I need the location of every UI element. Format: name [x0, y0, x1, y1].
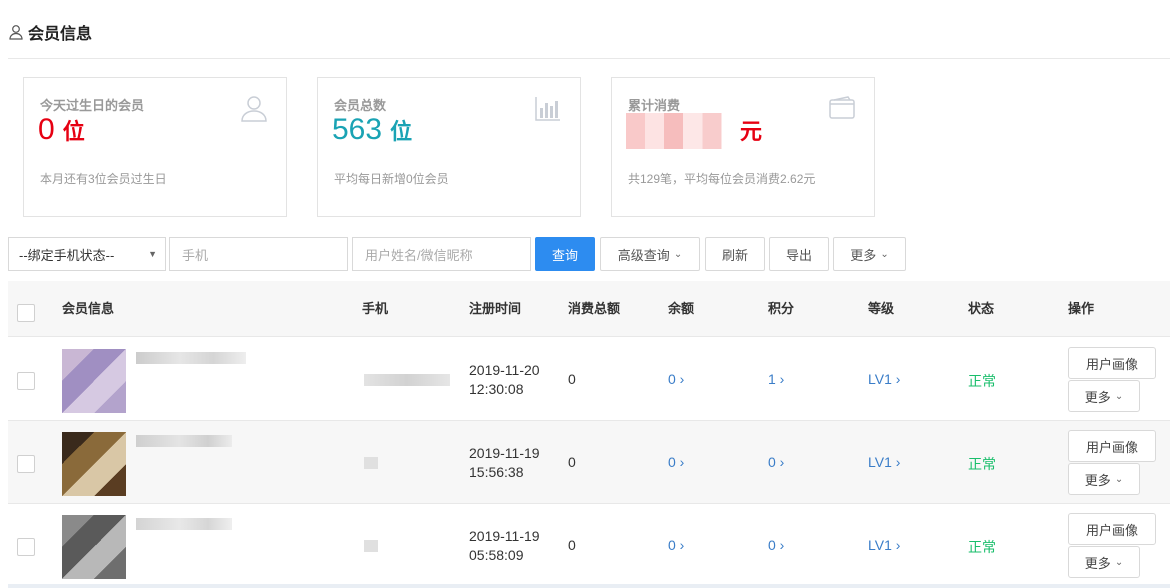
advanced-search-button[interactable]: 高级查询 ⌄: [600, 237, 700, 271]
table-row: 2019-11-19 15:56:38 0 0 › 0 › LV1 › 正常 用户…: [8, 421, 1170, 504]
total-spend-card: 累计消费 元 共129笔，平均每位会员消费2.62元: [611, 77, 875, 217]
caret-down-icon: ▼: [148, 249, 157, 259]
balance-link[interactable]: 0 ›: [668, 371, 684, 387]
row-checkbox[interactable]: [17, 455, 35, 473]
blurred-phone: [364, 540, 378, 552]
card-value: 0位: [38, 113, 85, 146]
table-row: 2019-11-19 05:58:09 0 0 › 0 › LV1 › 正常 用户…: [8, 504, 1170, 587]
balance-link[interactable]: 0 ›: [668, 454, 684, 470]
total-spend: 0: [568, 454, 576, 470]
chevron-down-icon: ⌄: [880, 248, 889, 260]
column-header: 余额: [668, 301, 695, 316]
column-header: 注册时间: [469, 301, 522, 316]
user-portrait-button[interactable]: 用户画像: [1068, 430, 1156, 462]
row-checkbox[interactable]: [17, 372, 35, 390]
total-spend: 0: [568, 371, 576, 387]
status-badge: 正常: [968, 456, 996, 472]
column-header: 积分: [768, 301, 795, 316]
blurred-nickname: [136, 435, 232, 447]
birthday-card: 今天过生日的会员 0位 本月还有3位会员过生日: [23, 77, 287, 217]
blurred-nickname: [136, 518, 232, 530]
blurred-phone: [364, 374, 450, 386]
card-value: 563 位: [332, 113, 413, 146]
blurred-phone: [364, 457, 378, 469]
phone-status-select[interactable]: --绑定手机状态-- ▼: [8, 237, 166, 271]
column-header: 会员信息: [62, 301, 115, 316]
status-badge: 正常: [968, 373, 996, 389]
bar-chart-icon: [535, 97, 560, 121]
card-note: 本月还有3位会员过生日: [40, 172, 167, 186]
register-time: 2019-11-20 12:30:08: [469, 362, 540, 397]
card-note: 平均每日新增0位会员: [334, 172, 449, 186]
select-all-checkbox[interactable]: [17, 304, 35, 322]
refresh-button[interactable]: 刷新: [705, 237, 765, 271]
user-portrait-button[interactable]: 用户画像: [1068, 513, 1156, 545]
row-more-button[interactable]: 更多 ⌄: [1068, 463, 1140, 495]
register-time: 2019-11-19 15:56:38: [469, 445, 540, 480]
column-header: 操作: [1068, 301, 1095, 316]
user-icon: [241, 96, 267, 122]
search-button[interactable]: 查询: [535, 237, 595, 271]
points-link[interactable]: 1 ›: [768, 371, 784, 387]
wallet-icon: [829, 96, 855, 119]
balance-link[interactable]: 0 ›: [668, 537, 684, 553]
card-value: 元: [626, 110, 762, 152]
more-button[interactable]: 更多 ⌄: [833, 237, 906, 271]
column-header: 手机: [362, 301, 389, 316]
total-members-card: 会员总数 563 位 平均每日新增0位会员: [317, 77, 581, 217]
name-input[interactable]: 用户姓名/微信昵称: [352, 237, 531, 271]
level-link[interactable]: LV1 ›: [868, 371, 900, 387]
blurred-amount: [626, 113, 732, 150]
level-link[interactable]: LV1 ›: [868, 537, 900, 553]
chevron-down-icon: ⌄: [1114, 473, 1124, 485]
row-checkbox[interactable]: [17, 538, 35, 556]
total-spend: 0: [568, 537, 576, 553]
row-more-button[interactable]: 更多 ⌄: [1068, 546, 1140, 578]
register-time: 2019-11-19 05:58:09: [469, 528, 540, 563]
card-note: 共129笔，平均每位会员消费2.62元: [628, 172, 816, 186]
column-header: 消费总额: [568, 301, 621, 316]
avatar: [62, 515, 126, 579]
table-row: 2019-11-20 12:30:08 0 0 › 1 › LV1 › 正常 用户…: [8, 338, 1170, 421]
blurred-nickname: [136, 352, 246, 364]
export-button[interactable]: 导出: [769, 237, 829, 271]
points-link[interactable]: 0 ›: [768, 454, 784, 470]
chevron-down-icon: ⌄: [673, 248, 683, 260]
level-link[interactable]: LV1 ›: [868, 454, 900, 470]
chevron-down-icon: ⌄: [1114, 390, 1124, 402]
avatar: [62, 349, 126, 413]
points-link[interactable]: 0 ›: [768, 537, 784, 553]
header-divider: [8, 58, 1170, 59]
user-icon: [9, 25, 23, 40]
row-more-button[interactable]: 更多 ⌄: [1068, 380, 1140, 412]
page-header: 会员信息: [8, 18, 92, 46]
avatar: [62, 432, 126, 496]
phone-input[interactable]: 手机: [169, 237, 348, 271]
chevron-down-icon: ⌄: [1114, 556, 1124, 568]
user-portrait-button[interactable]: 用户画像: [1068, 347, 1156, 379]
page-title: 会员信息: [28, 26, 93, 43]
column-header: 状态: [968, 301, 995, 316]
column-header: 等级: [868, 301, 895, 316]
status-badge: 正常: [968, 539, 996, 555]
table-header: 会员信息 手机 注册时间 消费总额 余额 积分 等级 状态 操作: [8, 281, 1170, 337]
table-scrollbar[interactable]: [8, 584, 1170, 588]
